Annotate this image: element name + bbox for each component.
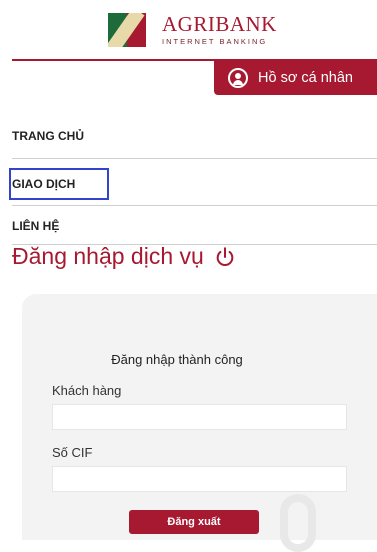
- page-title-text: Đăng nhập dịch vụ: [12, 243, 204, 269]
- brand-tagline: INTERNET BANKING: [162, 37, 268, 46]
- menu-divider: [12, 205, 377, 206]
- agribank-logo[interactable]: AGRIBANK INTERNET BANKING: [108, 10, 308, 50]
- power-icon[interactable]: [214, 246, 236, 268]
- watermark-shape: [280, 494, 316, 552]
- menu-item-highlight: [9, 168, 109, 200]
- menu-item-label: LIÊN HỆ: [12, 219, 60, 233]
- brand-name: AGRIBANK: [162, 12, 277, 36]
- agribank-logo-icon: [108, 13, 146, 47]
- cif-label: Số CIF: [52, 445, 93, 460]
- login-panel: Đăng nhập thành công Khách hàng Số CIF Đ…: [22, 294, 377, 552]
- menu-item-trang-chu[interactable]: TRANG CHỦ: [12, 122, 377, 150]
- logo-text: AGRIBANK INTERNET BANKING: [162, 12, 277, 47]
- logout-button[interactable]: Đăng xuất: [129, 510, 259, 534]
- customer-field[interactable]: [52, 404, 347, 430]
- customer-label: Khách hàng: [52, 383, 122, 398]
- menu-item-lien-he[interactable]: LIÊN HỆ: [12, 212, 377, 240]
- profile-button[interactable]: Hồ sơ cá nhân: [214, 61, 377, 95]
- profile-label: Hồ sơ cá nhân: [258, 70, 353, 86]
- cif-field[interactable]: [52, 466, 347, 492]
- user-circle-icon: [228, 68, 248, 88]
- menu-item-label: TRANG CHỦ: [12, 129, 84, 143]
- page-title: Đăng nhập dịch vụ: [12, 243, 236, 270]
- menu-divider: [12, 158, 377, 159]
- login-status: Đăng nhập thành công: [111, 352, 243, 367]
